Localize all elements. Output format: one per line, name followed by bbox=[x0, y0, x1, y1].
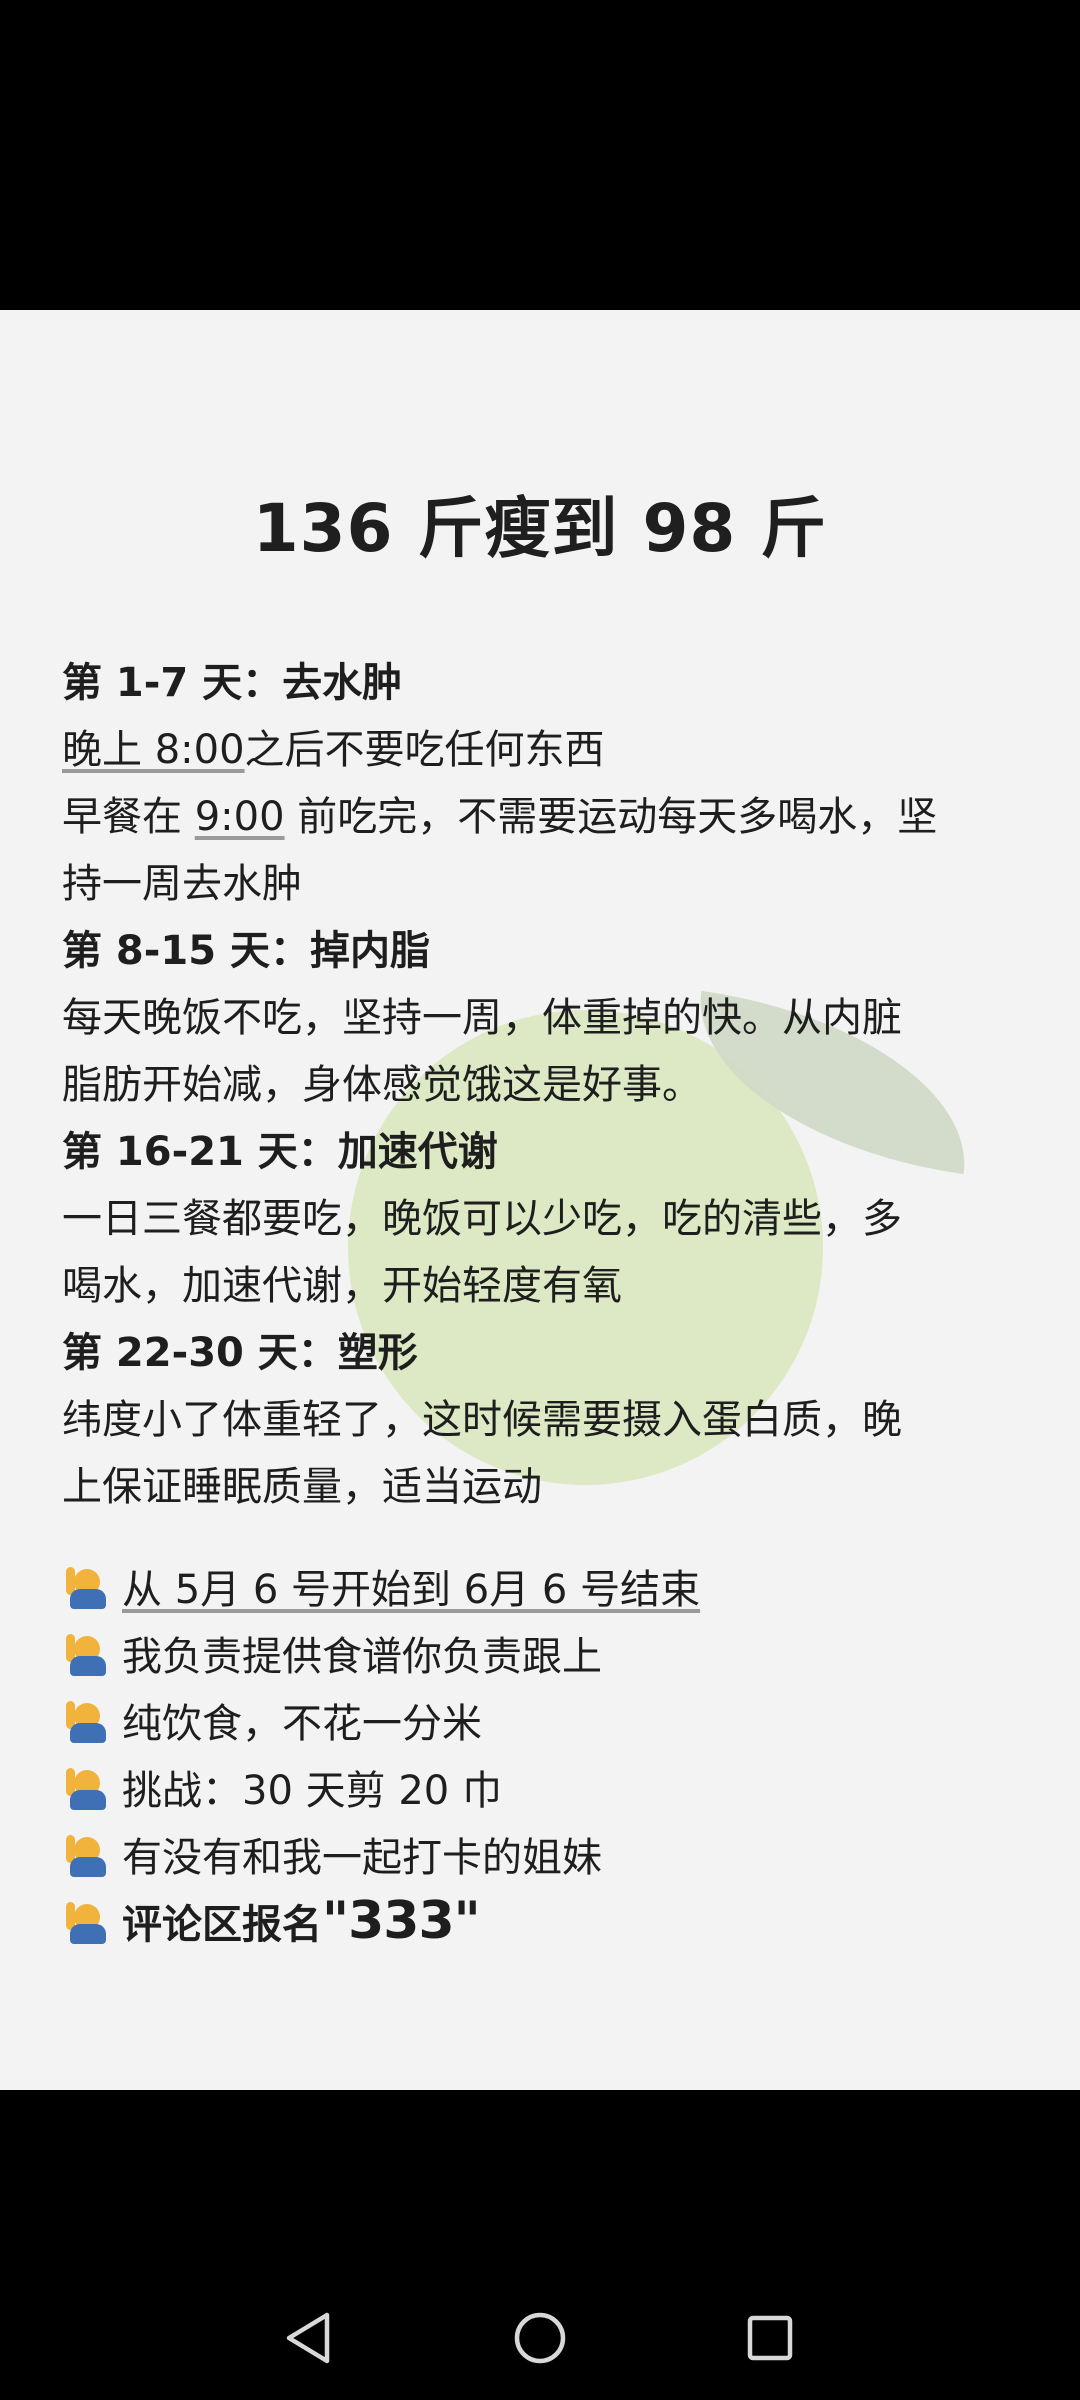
stage-heading: 第 16-21 天：加速代谢 bbox=[62, 1129, 498, 1175]
person-raising-hand-icon bbox=[66, 1563, 112, 1609]
stage-text: 每天晚饭不吃，坚持一周，体重掉的快。从内脏 bbox=[62, 995, 902, 1041]
list-item: 纯饮食，不花一分米 bbox=[66, 1686, 1026, 1753]
image-panel: 136 斤瘦到 98 斤 第 1-7 天：去水肿 晚上 8:00之后不要吃任何东… bbox=[0, 310, 1080, 2090]
home-circle-icon bbox=[514, 2312, 566, 2364]
list-item-text: 挑战：30 天剪 20 巾 bbox=[122, 1767, 502, 1814]
stage-text-part: 前吃完，不需要运动每天多喝水，坚 bbox=[284, 794, 938, 840]
stage-text: 一日三餐都要吃，晚饭可以少吃，吃的清些，多 bbox=[62, 1196, 902, 1242]
list-item: 有没有和我一起打卡的姐妹 bbox=[66, 1820, 1026, 1887]
stage-text: 纬度小了体重轻了，这时候需要摄入蛋白质，晚 bbox=[62, 1397, 902, 1443]
page-title: 136 斤瘦到 98 斤 bbox=[252, 490, 828, 567]
list-item: 从 5月 6 号开始到 6月 6 号结束 bbox=[66, 1552, 1026, 1619]
stage-text: 晚上 8:00之后不要吃任何东西 bbox=[62, 717, 1022, 784]
challenge-list: 从 5月 6 号开始到 6月 6 号结束 我负责提供食谱你负责跟上 纯饮食，不花… bbox=[66, 1552, 1026, 1954]
list-item: 挑战：30 天剪 20 巾 bbox=[66, 1753, 1026, 1820]
back-triangle-icon bbox=[286, 2312, 330, 2364]
person-raising-hand-icon bbox=[66, 1831, 112, 1877]
stage-text-underlined: 9:00 bbox=[194, 794, 285, 840]
list-item-text: 评论区报名 bbox=[122, 1901, 322, 1948]
stage-text: 早餐在 9:00 前吃完，不需要运动每天多喝水，坚 bbox=[62, 784, 1022, 851]
stage-text: 喝水，加速代谢，开始轻度有氧 bbox=[62, 1263, 622, 1309]
stage-text-part: 早餐在 bbox=[62, 794, 195, 840]
person-raising-hand-icon bbox=[66, 1764, 112, 1810]
stage-heading: 第 8-15 天：掉内脂 bbox=[62, 928, 430, 974]
stage-text: 持一周去水肿 bbox=[62, 861, 302, 907]
list-item: 我负责提供食谱你负责跟上 bbox=[66, 1619, 1026, 1686]
signup-code: "333" bbox=[322, 1890, 481, 1951]
stage-heading: 第 22-30 天：塑形 bbox=[62, 1330, 418, 1376]
stage-text-part: 之后不要吃任何东西 bbox=[244, 727, 605, 773]
stage-text: 脂肪开始减，身体感觉饿这是好事。 bbox=[62, 1062, 702, 1108]
recents-button[interactable] bbox=[740, 2308, 800, 2368]
home-button[interactable] bbox=[510, 2308, 570, 2368]
list-item-text: 我负责提供食谱你负责跟上 bbox=[122, 1633, 602, 1680]
top-black-area bbox=[0, 0, 1080, 310]
person-raising-hand-icon bbox=[66, 1898, 112, 1944]
list-item: 评论区报名 "333" bbox=[66, 1887, 1026, 1954]
recents-square-icon bbox=[747, 2315, 793, 2361]
post-content: 136 斤瘦到 98 斤 第 1-7 天：去水肿 晚上 8:00之后不要吃任何东… bbox=[0, 310, 1080, 2090]
person-raising-hand-icon bbox=[66, 1630, 112, 1676]
list-item-text: 从 5月 6 号开始到 6月 6 号结束 bbox=[122, 1566, 701, 1613]
list-item-text: 纯饮食，不花一分米 bbox=[122, 1700, 482, 1747]
stage-heading: 第 1-7 天：去水肿 bbox=[62, 660, 403, 706]
plan-section: 第 1-7 天：去水肿 晚上 8:00之后不要吃任何东西 早餐在 9:00 前吃… bbox=[62, 650, 1022, 1521]
person-raising-hand-icon bbox=[66, 1697, 112, 1743]
stage-text: 上保证睡眠质量，适当运动 bbox=[62, 1464, 542, 1510]
stage-text-underlined: 晚上 8:00 bbox=[62, 727, 245, 773]
list-item-text: 有没有和我一起打卡的姐妹 bbox=[122, 1834, 602, 1881]
back-button[interactable] bbox=[278, 2308, 338, 2368]
